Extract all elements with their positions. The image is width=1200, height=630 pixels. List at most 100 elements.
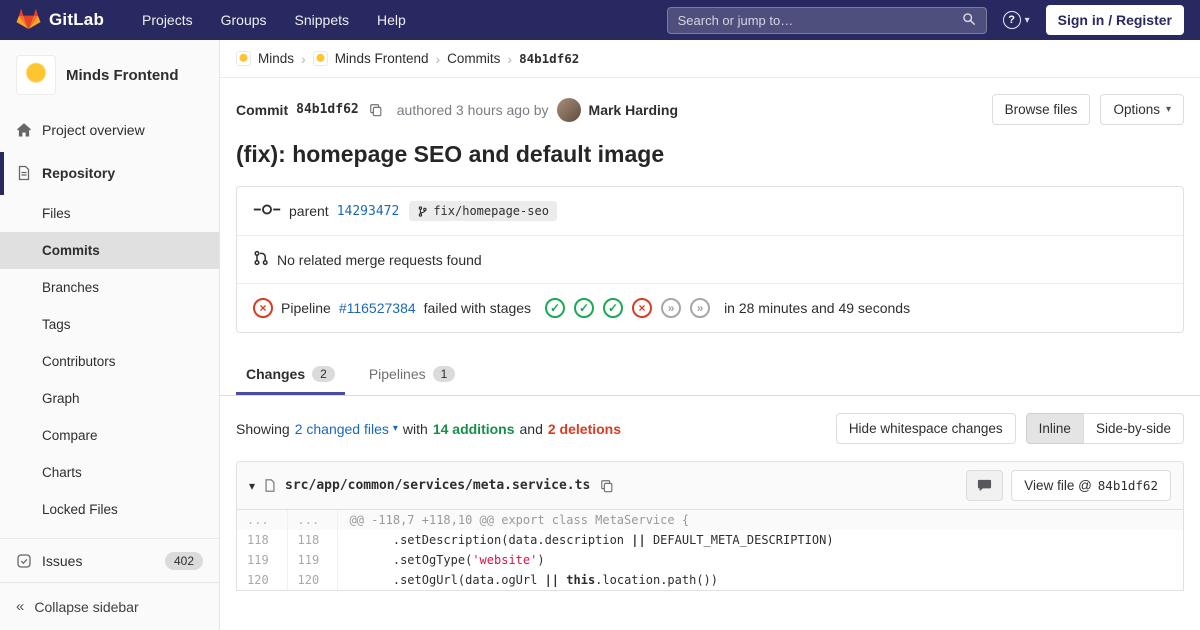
diff-line-row: 119 119 .setOgType('website') xyxy=(237,550,1183,570)
nav-link-help[interactable]: Help xyxy=(377,12,406,28)
side-by-side-view-button[interactable]: Side-by-side xyxy=(1082,413,1184,444)
code-segment-keyword: this xyxy=(566,573,596,587)
commit-info-box: parent 14293472 fix/homepage-seo No rela… xyxy=(236,186,1184,333)
old-line-number[interactable]: 118 xyxy=(237,530,288,550)
tab-changes[interactable]: Changes 2 xyxy=(236,353,345,395)
new-line-number[interactable]: 118 xyxy=(287,530,338,550)
breadcrumb-minds[interactable]: Minds xyxy=(258,51,294,66)
code-segment-operator: || xyxy=(544,573,560,587)
copy-icon xyxy=(601,479,613,492)
sidebar-item-charts[interactable]: Charts xyxy=(0,454,219,491)
breadcrumb-commits[interactable]: Commits xyxy=(447,51,500,66)
home-icon xyxy=(16,122,32,138)
project-name: Minds Frontend xyxy=(66,66,179,84)
search-input[interactable] xyxy=(677,12,962,28)
new-line-number[interactable]: 119 xyxy=(287,550,338,570)
stage-skipped-icon[interactable]: » xyxy=(690,298,711,318)
sidebar-item-contributors[interactable]: Contributors xyxy=(0,343,219,380)
diff-view-toggle: Inline Side-by-side xyxy=(1025,413,1184,444)
browse-files-button[interactable]: Browse files xyxy=(991,94,1091,125)
sidebar-item-graph[interactable]: Graph xyxy=(0,380,219,417)
nav-link-snippets[interactable]: Snippets xyxy=(295,12,349,28)
sidebar-item-label: Repository xyxy=(42,165,116,182)
stage-success-icon[interactable]: ✓ xyxy=(574,298,595,318)
code-segment: .location.path()) xyxy=(595,573,718,587)
sidebar-item-locked-files[interactable]: Locked Files xyxy=(0,491,219,528)
view-file-sha: 84b1df62 xyxy=(1097,478,1158,493)
code-segment: .setOgUrl(data.ogUrl xyxy=(349,573,545,587)
author-name-link[interactable]: Mark Harding xyxy=(589,102,678,118)
parent-sha-link[interactable]: 14293472 xyxy=(337,204,400,219)
options-dropdown-button[interactable]: Options ▾ xyxy=(1100,94,1184,125)
author-avatar[interactable] xyxy=(556,97,581,122)
chevron-down-icon: ▾ xyxy=(1165,104,1171,115)
stage-success-icon[interactable]: ✓ xyxy=(545,298,566,318)
tab-pipelines[interactable]: Pipelines 1 xyxy=(359,353,466,395)
breadcrumb-minds-frontend[interactable]: Minds Frontend xyxy=(335,51,429,66)
changed-files-dropdown[interactable]: 2 changed files ▾ xyxy=(295,421,398,437)
help-dropdown[interactable]: ? ▾ xyxy=(1002,11,1030,29)
sidebar-item-tags[interactable]: Tags xyxy=(0,306,219,343)
pipeline-row: × Pipeline #116527384 failed with stages… xyxy=(237,283,1183,332)
collapse-diff-icon[interactable]: ▾ xyxy=(249,479,255,493)
sidebar-item-commits[interactable]: Commits xyxy=(0,232,219,270)
inline-view-button[interactable]: Inline xyxy=(1025,413,1084,444)
commit-tabs: Changes 2 Pipelines 1 xyxy=(220,353,1200,396)
main-content: Minds › Minds Frontend › Commits › 84b1d… xyxy=(220,0,1200,591)
commit-icon xyxy=(253,203,281,219)
sidebar-item-issues[interactable]: Issues 402 xyxy=(0,538,219,582)
nav-link-groups[interactable]: Groups xyxy=(221,12,267,28)
collapse-sidebar-button[interactable]: « Collapse sidebar xyxy=(0,582,219,630)
toggle-comments-button[interactable] xyxy=(966,470,1004,501)
issues-count-badge: 402 xyxy=(164,551,203,570)
sidebar-item-branches[interactable]: Branches xyxy=(0,269,219,306)
pipeline-id-link[interactable]: #116527384 xyxy=(339,300,416,316)
copy-sha-button[interactable] xyxy=(367,101,385,119)
stage-skipped-icon[interactable]: » xyxy=(661,298,682,318)
stage-failed-icon[interactable]: × xyxy=(632,298,653,318)
file-icon xyxy=(263,478,277,493)
deletions-count: 2 deletions xyxy=(547,420,622,437)
hide-whitespace-button[interactable]: Hide whitespace changes xyxy=(835,413,1016,444)
new-line-number[interactable]: 120 xyxy=(287,570,338,590)
issues-icon xyxy=(16,553,32,569)
old-line-number[interactable]: 120 xyxy=(237,570,288,590)
copy-icon xyxy=(369,103,382,116)
project-avatar-small xyxy=(312,51,328,66)
branch-badge[interactable]: fix/homepage-seo xyxy=(409,201,557,221)
pipeline-label: Pipeline xyxy=(281,300,331,316)
code-line: .setOgType('website') xyxy=(337,550,1183,570)
stage-success-icon[interactable]: ✓ xyxy=(603,298,624,318)
sidebar-item-compare[interactable]: Compare xyxy=(0,417,219,454)
diff-line-row: 120 120 .setOgUrl(data.ogUrl || this.loc… xyxy=(237,570,1183,590)
pipeline-status-failed-icon: × xyxy=(253,298,273,318)
code-segment: ) xyxy=(537,553,545,567)
new-line-number: ... xyxy=(287,510,338,530)
navbar-right: ? ▾ Sign in / Register xyxy=(666,5,1184,35)
pipeline-mini-graph: ✓ ✓ ✓ × » » xyxy=(545,298,711,318)
commit-header: Commit 84b1df62 authored 3 hours ago by … xyxy=(220,78,1200,135)
gitlab-home-link[interactable]: GitLab xyxy=(16,7,104,33)
tab-label: Changes xyxy=(246,366,306,382)
code-line: .setOgUrl(data.ogUrl || this.location.pa… xyxy=(337,570,1183,590)
tab-label: Pipelines xyxy=(368,366,426,382)
sidebar-item-project-overview[interactable]: Project overview xyxy=(0,108,219,152)
nav-link-projects[interactable]: Projects xyxy=(142,12,193,28)
top-navbar: GitLab Projects Groups Snippets Help ? ▾… xyxy=(0,0,1200,40)
project-context-link[interactable]: Minds Frontend xyxy=(0,40,219,108)
old-line-number[interactable]: 119 xyxy=(237,550,288,570)
view-file-label: View file @ xyxy=(1024,478,1092,493)
changes-summary-text: Showing 2 changed files ▾ with 14 additi… xyxy=(236,421,621,437)
authored-text: authored 3 hours ago by xyxy=(396,101,549,118)
view-file-button[interactable]: View file @ 84b1df62 xyxy=(1011,470,1171,501)
code-segment-string: 'website' xyxy=(472,553,538,567)
with-label: with xyxy=(402,420,428,437)
sign-in-button[interactable]: Sign in / Register xyxy=(1045,5,1184,35)
sidebar-item-files[interactable]: Files xyxy=(0,195,219,232)
sidebar-item-repository[interactable]: Repository xyxy=(0,151,219,196)
merge-requests-row: No related merge requests found xyxy=(237,235,1183,283)
commit-sha: 84b1df62 xyxy=(296,102,359,117)
breadcrumb: Minds › Minds Frontend › Commits › 84b1d… xyxy=(220,40,1200,78)
code-segment-operator: || xyxy=(631,533,646,547)
copy-file-path-button[interactable] xyxy=(598,477,616,495)
